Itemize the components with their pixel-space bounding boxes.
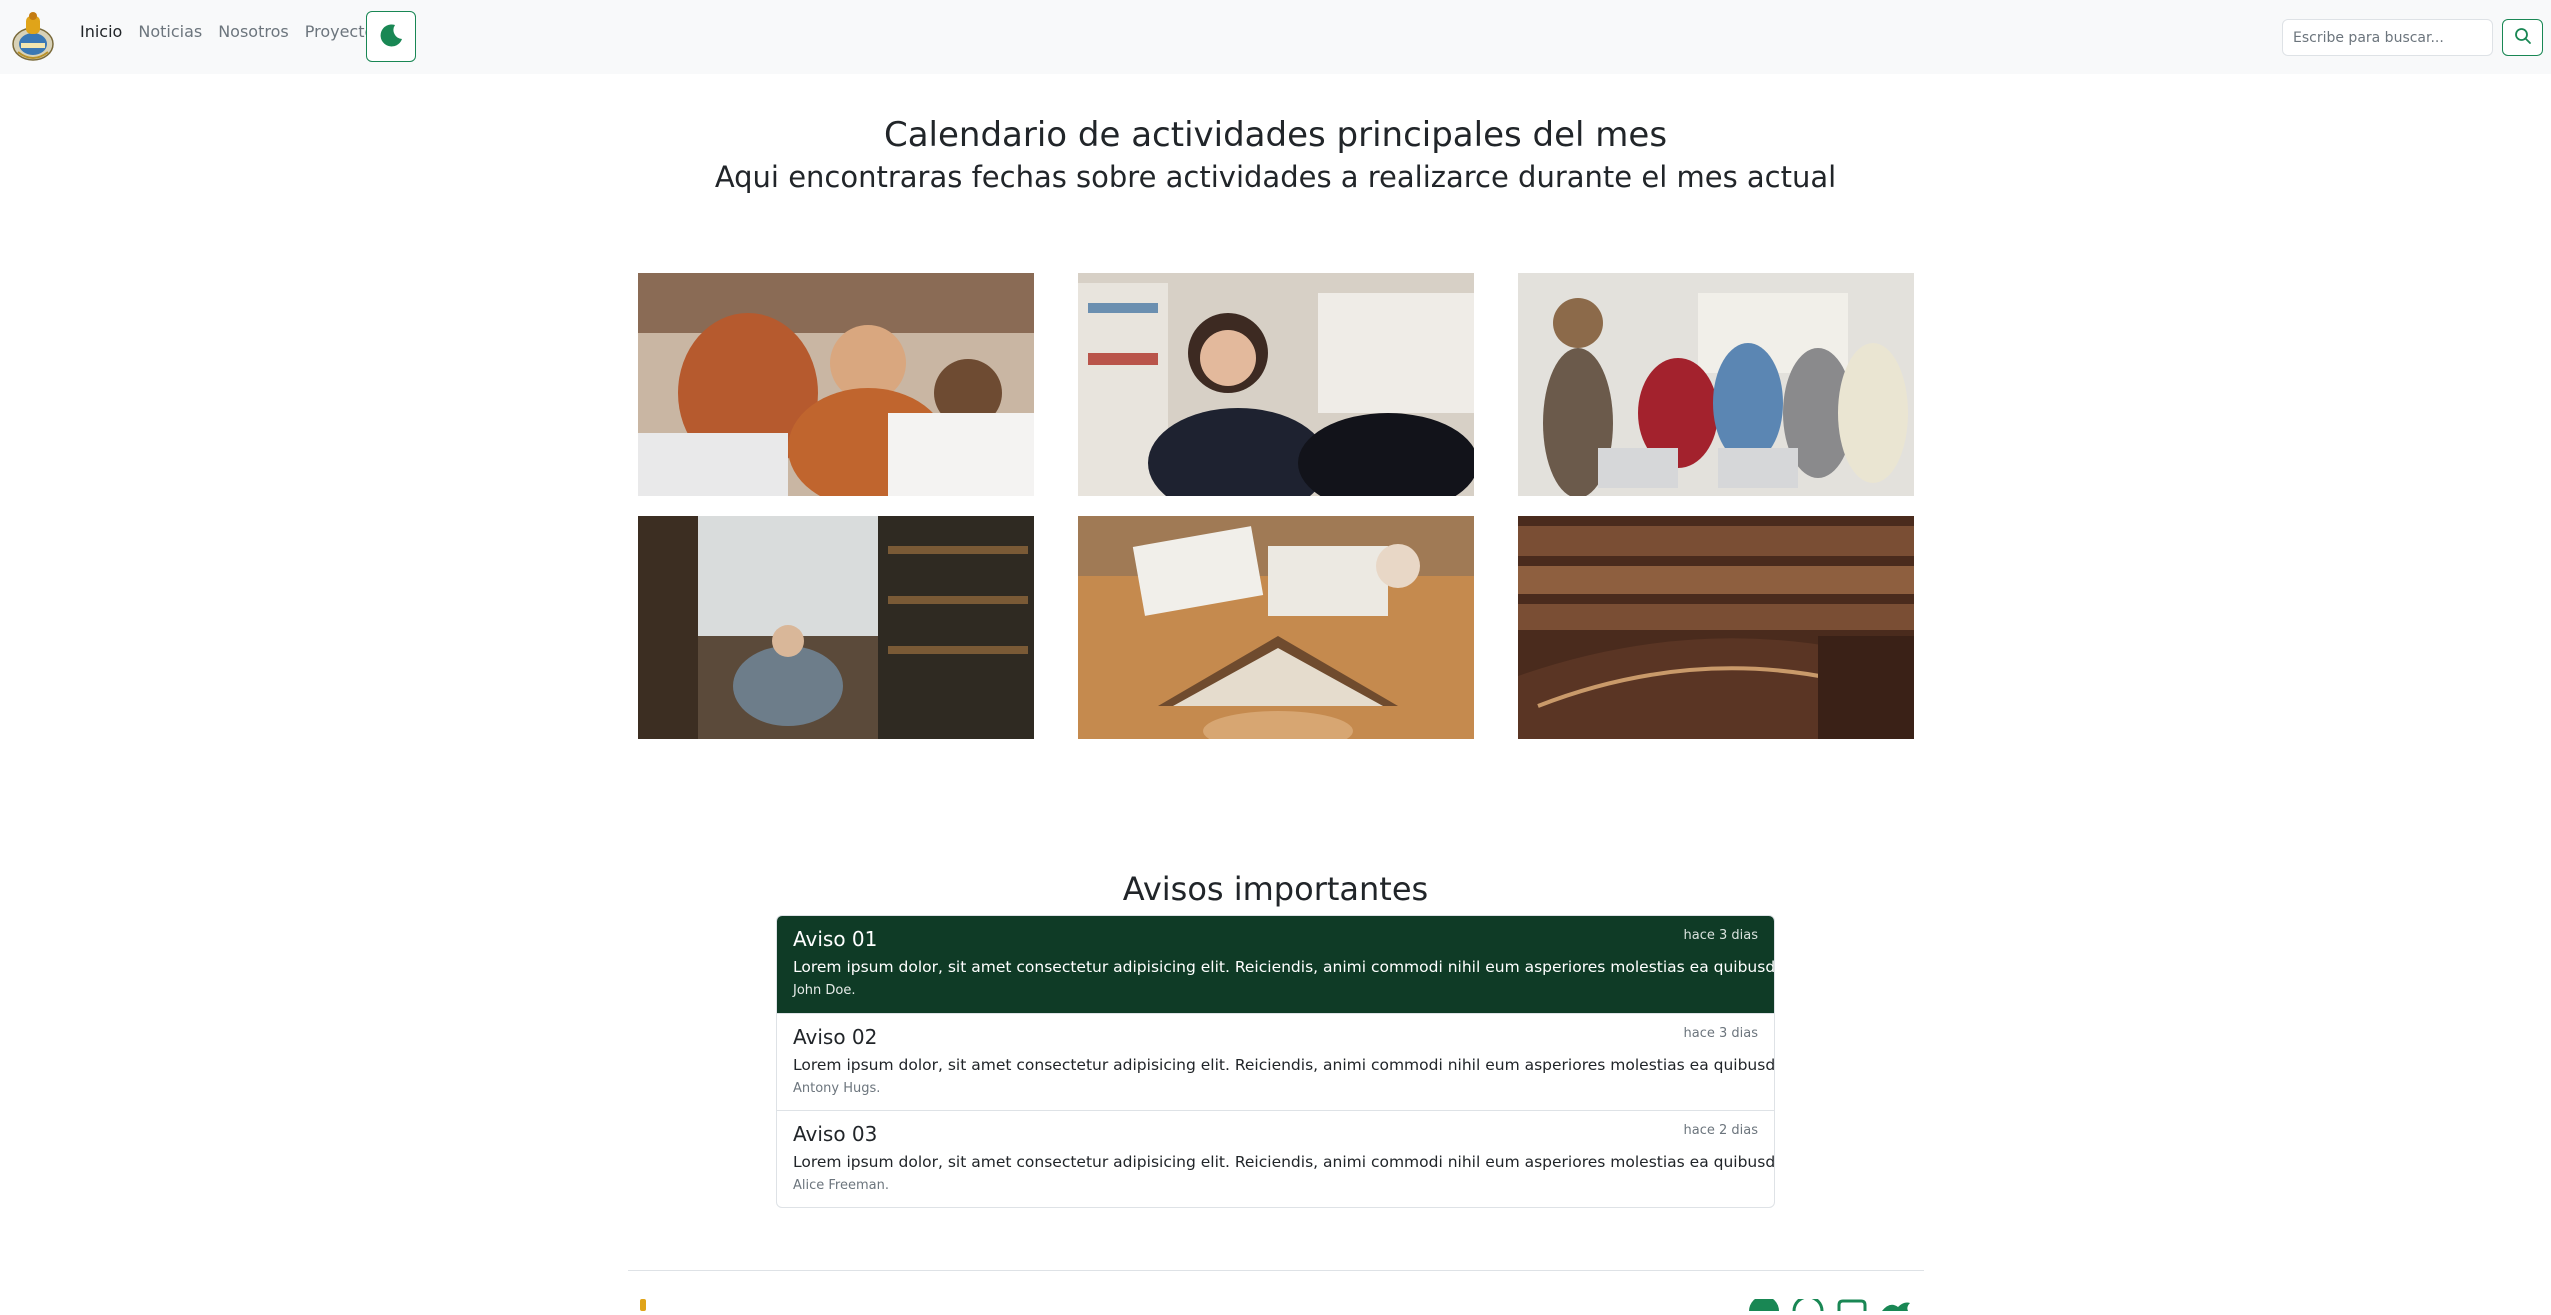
list-item-time: hace 3 dias xyxy=(1683,928,1759,943)
search-button[interactable] xyxy=(2502,19,2543,56)
page-title: Calendario de actividades principales de… xyxy=(883,115,1668,155)
nav-link-nosotros[interactable]: Nosotros xyxy=(218,22,289,42)
messenger-icon[interactable] xyxy=(1792,1295,1824,1312)
social-links xyxy=(1748,1295,1912,1312)
list-item-aviso-02[interactable]: Aviso 02 hace 3 dias Lorem ipsum dolor, … xyxy=(777,1013,1774,1110)
section-title-avisos: Avisos importantes xyxy=(1122,870,1429,908)
list-item-text: Lorem ipsum dolor, sit amet consectetur … xyxy=(793,1056,1775,1074)
whatsapp-icon[interactable] xyxy=(1748,1296,1780,1311)
twitter-icon[interactable] xyxy=(1880,1296,1912,1311)
list-item-text: Lorem ipsum dolor, sit amet consectetur … xyxy=(793,1153,1775,1171)
avisos-list: Aviso 01 hace 3 dias Lorem ipsum dolor, … xyxy=(776,915,1775,1208)
page-subtitle: Aqui encontraras fechas sobre actividade… xyxy=(714,160,1837,194)
classroom-celebration-photo xyxy=(1518,273,1914,496)
students-laptop-photo xyxy=(638,273,1034,496)
list-item-title: Aviso 03 xyxy=(793,1122,878,1146)
nav-links: Inicio Noticias Nosotros Proyectos xyxy=(80,22,399,42)
search-icon xyxy=(2514,27,2532,49)
list-item-aviso-03[interactable]: Aviso 03 hace 2 dias Lorem ipsum dolor, … xyxy=(777,1110,1774,1207)
student-thinking-photo xyxy=(1078,273,1474,496)
list-item-author: Antony Hugs. xyxy=(793,1081,881,1096)
library-reading-photo xyxy=(638,516,1034,739)
list-item-title: Aviso 02 xyxy=(793,1025,878,1049)
search-input[interactable] xyxy=(2282,19,2493,56)
school-crest-icon[interactable] xyxy=(10,10,56,62)
list-item-aviso-01[interactable]: Aviso 01 hace 3 dias Lorem ipsum dolor, … xyxy=(777,916,1774,1013)
book-on-head-photo xyxy=(1078,516,1474,739)
list-item-text: Lorem ipsum dolor, sit amet consectetur … xyxy=(793,958,1775,976)
list-item-time: hace 2 dias xyxy=(1683,1123,1759,1138)
footer-divider xyxy=(628,1270,1924,1271)
nav-link-noticias[interactable]: Noticias xyxy=(138,22,202,42)
list-item-author: John Doe. xyxy=(793,983,856,998)
footer-logo-icon[interactable] xyxy=(636,1296,650,1311)
list-item-time: hace 3 dias xyxy=(1683,1026,1759,1041)
moon-icon xyxy=(378,22,404,52)
theme-toggle-button[interactable] xyxy=(366,11,416,62)
circular-library-photo xyxy=(1518,516,1914,739)
nav-link-inicio[interactable]: Inicio xyxy=(80,22,122,42)
instagram-icon[interactable] xyxy=(1836,1296,1868,1311)
navbar: Inicio Noticias Nosotros Proyectos xyxy=(0,0,2551,74)
list-item-author: Alice Freeman. xyxy=(793,1178,889,1193)
list-item-title: Aviso 01 xyxy=(793,927,878,951)
